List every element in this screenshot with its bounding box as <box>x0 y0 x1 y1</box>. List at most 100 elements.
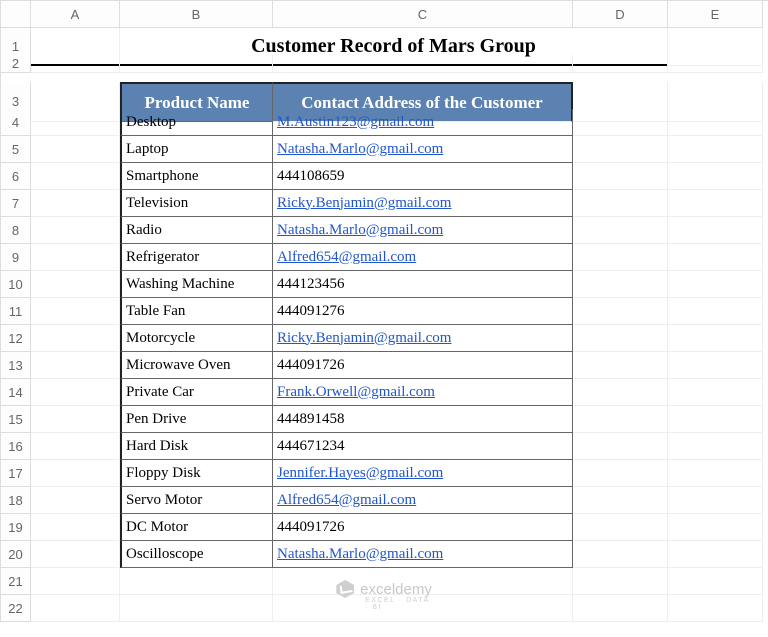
product-cell[interactable]: Television <box>120 190 273 217</box>
contact-cell[interactable]: 444671234 <box>273 433 573 460</box>
email-link[interactable]: Jennifer.Hayes@gmail.com <box>277 465 443 482</box>
col-header-C[interactable]: C <box>273 1 573 28</box>
cell-E19[interactable] <box>668 514 763 541</box>
row-header-13[interactable]: 13 <box>1 352 31 379</box>
cell-E12[interactable] <box>668 325 763 352</box>
cell-A10[interactable] <box>31 271 120 298</box>
row-header-6[interactable]: 6 <box>1 163 31 190</box>
row-header-8[interactable]: 8 <box>1 217 31 244</box>
row-header-9[interactable]: 9 <box>1 244 31 271</box>
col-header-E[interactable]: E <box>668 1 763 28</box>
email-link[interactable]: Ricky.Benjamin@gmail.com <box>277 195 451 212</box>
cell-E4[interactable] <box>668 109 763 136</box>
cell-E8[interactable] <box>668 217 763 244</box>
cell-E20[interactable] <box>668 541 763 568</box>
contact-cell[interactable]: 444091276 <box>273 298 573 325</box>
cell-A20[interactable] <box>31 541 120 568</box>
product-cell[interactable]: Microwave Oven <box>120 352 273 379</box>
cell-A8[interactable] <box>31 217 120 244</box>
cell-A5[interactable] <box>31 136 120 163</box>
product-cell[interactable]: Refrigerator <box>120 244 273 271</box>
cell-E17[interactable] <box>668 460 763 487</box>
row-header-18[interactable]: 18 <box>1 487 31 514</box>
cell-E5[interactable] <box>668 136 763 163</box>
cell-A12[interactable] <box>31 325 120 352</box>
cell-D2[interactable] <box>573 55 668 73</box>
col-header-B[interactable]: B <box>120 1 273 28</box>
row-header-14[interactable]: 14 <box>1 379 31 406</box>
cell-B22[interactable] <box>120 595 273 622</box>
cell-D9[interactable] <box>573 244 668 271</box>
cell-D15[interactable] <box>573 406 668 433</box>
cell-D4[interactable] <box>573 109 668 136</box>
product-cell[interactable]: Desktop <box>120 109 273 136</box>
row-header-5[interactable]: 5 <box>1 136 31 163</box>
cell-B21[interactable] <box>120 568 273 595</box>
cell-E14[interactable] <box>668 379 763 406</box>
row-header-20[interactable]: 20 <box>1 541 31 568</box>
cell-A22[interactable] <box>31 595 120 622</box>
cell-A4[interactable] <box>31 109 120 136</box>
product-cell[interactable]: Private Car <box>120 379 273 406</box>
cell-A16[interactable] <box>31 433 120 460</box>
row-header-11[interactable]: 11 <box>1 298 31 325</box>
row-header-2[interactable]: 2 <box>1 55 31 73</box>
contact-cell[interactable]: 444091726 <box>273 514 573 541</box>
contact-cell[interactable]: 444123456 <box>273 271 573 298</box>
product-cell[interactable]: Pen Drive <box>120 406 273 433</box>
cell-E6[interactable] <box>668 163 763 190</box>
product-cell[interactable]: DC Motor <box>120 514 273 541</box>
contact-cell[interactable]: Ricky.Benjamin@gmail.com <box>273 190 573 217</box>
col-header-D[interactable]: D <box>573 1 668 28</box>
cell-A11[interactable] <box>31 298 120 325</box>
cell-A9[interactable] <box>31 244 120 271</box>
cell-C2[interactable] <box>273 55 573 73</box>
cell-D20[interactable] <box>573 541 668 568</box>
spreadsheet-grid[interactable]: ABCDE1Customer Record of Mars Group23Pro… <box>0 0 768 622</box>
cell-D11[interactable] <box>573 298 668 325</box>
col-header-A[interactable]: A <box>31 1 120 28</box>
select-all-corner[interactable] <box>1 1 31 28</box>
cell-D6[interactable] <box>573 163 668 190</box>
cell-C21[interactable] <box>273 568 573 595</box>
cell-A13[interactable] <box>31 352 120 379</box>
row-header-10[interactable]: 10 <box>1 271 31 298</box>
row-header-15[interactable]: 15 <box>1 406 31 433</box>
cell-D12[interactable] <box>573 325 668 352</box>
cell-D16[interactable] <box>573 433 668 460</box>
cell-E9[interactable] <box>668 244 763 271</box>
product-cell[interactable]: Table Fan <box>120 298 273 325</box>
email-link[interactable]: Natasha.Marlo@gmail.com <box>277 222 443 239</box>
contact-cell[interactable]: 444108659 <box>273 163 573 190</box>
cell-E21[interactable] <box>668 568 763 595</box>
cell-D21[interactable] <box>573 568 668 595</box>
cell-D7[interactable] <box>573 190 668 217</box>
cell-A15[interactable] <box>31 406 120 433</box>
cell-A17[interactable] <box>31 460 120 487</box>
cell-D5[interactable] <box>573 136 668 163</box>
product-cell[interactable]: Hard Disk <box>120 433 273 460</box>
cell-E18[interactable] <box>668 487 763 514</box>
cell-D10[interactable] <box>573 271 668 298</box>
cell-A6[interactable] <box>31 163 120 190</box>
email-link[interactable]: Natasha.Marlo@gmail.com <box>277 141 443 158</box>
row-header-4[interactable]: 4 <box>1 109 31 136</box>
cell-D14[interactable] <box>573 379 668 406</box>
contact-cell[interactable]: Natasha.Marlo@gmail.com <box>273 541 573 568</box>
row-header-19[interactable]: 19 <box>1 514 31 541</box>
product-cell[interactable]: Smartphone <box>120 163 273 190</box>
cell-D18[interactable] <box>573 487 668 514</box>
email-link[interactable]: M.Austin123@gmail.com <box>277 114 434 131</box>
contact-cell[interactable]: Alfred654@gmail.com <box>273 487 573 514</box>
product-cell[interactable]: Laptop <box>120 136 273 163</box>
contact-cell[interactable]: Frank.Orwell@gmail.com <box>273 379 573 406</box>
cell-C22[interactable] <box>273 595 573 622</box>
contact-cell[interactable]: Natasha.Marlo@gmail.com <box>273 136 573 163</box>
cell-E7[interactable] <box>668 190 763 217</box>
email-link[interactable]: Natasha.Marlo@gmail.com <box>277 546 443 563</box>
cell-E10[interactable] <box>668 271 763 298</box>
cell-D22[interactable] <box>573 595 668 622</box>
cell-D19[interactable] <box>573 514 668 541</box>
cell-A21[interactable] <box>31 568 120 595</box>
email-link[interactable]: Frank.Orwell@gmail.com <box>277 384 435 401</box>
